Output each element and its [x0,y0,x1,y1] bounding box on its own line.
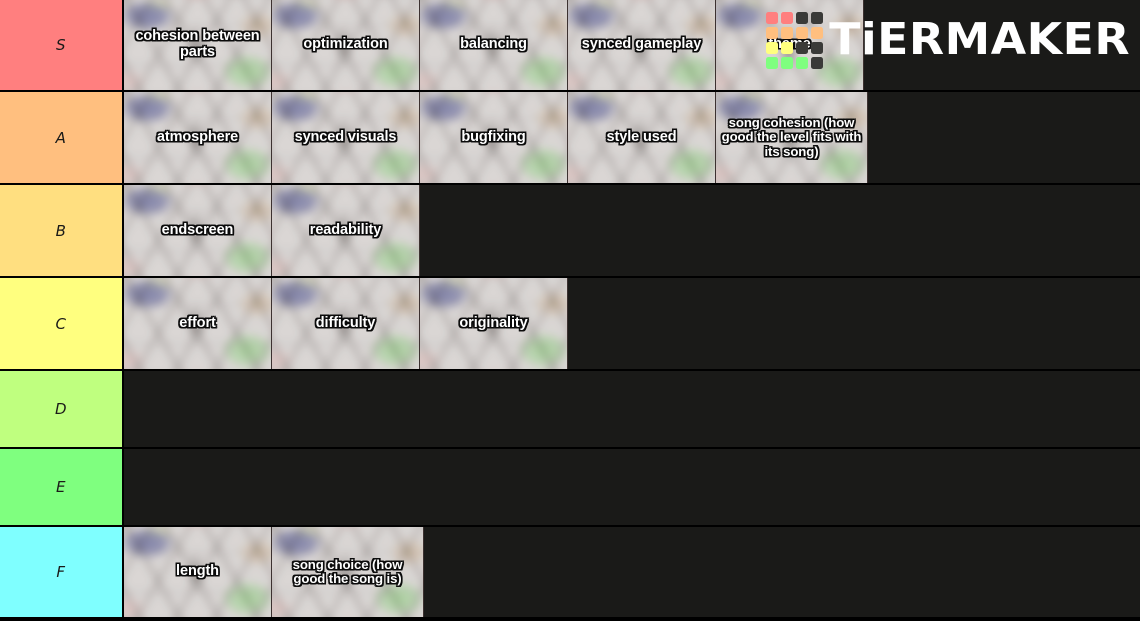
logo-grid-cell [795,11,808,24]
tier-row-b: Bendscreen readability [0,185,1140,278]
tier-item[interactable]: endscreen [124,185,272,276]
tier-label-d[interactable]: D [0,371,124,447]
tier-label-b[interactable]: B [0,185,124,276]
logo-grid-cell [765,56,778,69]
tier-row-e: E [0,449,1140,527]
logo-grid-cell [780,11,793,24]
tier-items-e[interactable] [124,449,1140,525]
logo-grid-cell [765,26,778,39]
logo-grid-cell [810,11,823,24]
tier-item-label: effort [179,314,216,331]
tier-item-label: difficulty [315,314,376,331]
tier-row-a: Aatmosphere synced visuals bugfixing style … [0,92,1140,185]
tier-items-d[interactable] [124,371,1140,447]
tier-item-label: optimization [303,36,388,53]
tier-item-label: readability [309,221,382,238]
tier-item-label: endscreen [161,221,234,238]
logo-grid-cell [810,41,823,54]
tier-items-f[interactable]: length song choice (how good the song is) [124,527,1140,617]
tier-item-label: song choice (how good the song is) [292,556,403,586]
tier-items-c[interactable]: effort difficulty originality [124,278,1140,369]
tier-item-label: cohesion between parts [135,28,260,60]
tiermaker-wordmark: TiERMAKER [828,14,1130,65]
tier-item[interactable]: originality [420,278,568,369]
tier-item-label: balancing [460,36,527,53]
tier-item[interactable]: bugfixing [420,92,568,183]
tier-row-c: Ceffort difficulty originality [0,278,1140,371]
tier-item[interactable]: synced gameplay [568,0,716,90]
tier-item-label: bugfixing [461,128,526,145]
tier-row-f: Flength song choice (how good the song is… [0,527,1140,619]
tier-label-c[interactable]: C [0,278,124,369]
logo-grid-cell [765,41,778,54]
tier-label-a[interactable]: A [0,92,124,183]
tier-item-label: synced gameplay [581,36,702,53]
tier-item[interactable]: optimization [272,0,420,90]
tier-item[interactable]: atmosphere [124,92,272,183]
logo-grid-cell [780,41,793,54]
tier-list-board: Scohesion between parts optimization balan… [0,0,1140,621]
tier-item[interactable]: balancing [420,0,568,90]
tier-label-e[interactable]: E [0,449,124,525]
tier-item-label: originality [459,314,528,331]
tier-item[interactable]: difficulty [272,278,420,369]
logo-grid-cell [780,26,793,39]
tier-item[interactable]: song choice (how good the song is) [272,527,424,617]
logo-grid-cell [810,56,823,69]
tier-item-label: song cohesion (how good the level fits w… [721,115,862,159]
logo-grid-cell [780,56,793,69]
logo-grid-cell [810,26,823,39]
tier-item[interactable]: length [124,527,272,617]
tier-items-a[interactable]: atmosphere synced visuals bugfixing style u… [124,92,1140,183]
logo-grid-cell [765,11,778,24]
tier-item[interactable]: song cohesion (how good the level fits w… [716,92,868,183]
tier-item-label: synced visuals [294,128,397,145]
tier-item[interactable]: style used [568,92,716,183]
tier-item-label: style used [606,128,677,145]
logo-grid-cell [795,41,808,54]
tiermaker-grid-icon [765,11,823,69]
tier-row-d: D [0,371,1140,449]
logo-grid-cell [795,56,808,69]
tier-item[interactable]: readability [272,185,420,276]
logo-grid-cell [795,26,808,39]
tier-item-label: atmosphere [156,128,239,145]
tier-label-f[interactable]: F [0,527,124,617]
tier-items-b[interactable]: endscreen readability [124,185,1140,276]
tiermaker-logo: TiERMAKER [765,9,1129,71]
tier-item-label: length [176,563,219,580]
tier-item[interactable]: synced visuals [272,92,420,183]
tier-item[interactable]: cohesion between parts [124,0,272,90]
tier-item[interactable]: effort [124,278,272,369]
tier-label-s[interactable]: S [0,0,124,90]
